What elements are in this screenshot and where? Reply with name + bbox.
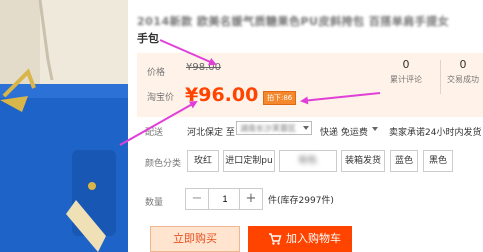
quantity-minus-button[interactable]: −	[186, 189, 209, 209]
review-count-label: 累计评论	[390, 75, 422, 84]
color-option-black[interactable]: 黑色	[423, 150, 453, 172]
color-option-boxed[interactable]: 装箱发货	[341, 150, 385, 172]
price-panel: 价格 ¥98.00 淘宝价 ¥96.00 0 累计评论 0 交易成功	[137, 53, 483, 117]
color-option-custom-pu[interactable]: 进口定制pu	[223, 150, 275, 172]
quantity-input[interactable]	[209, 189, 241, 209]
color-option-label: 进口定制pu	[225, 156, 273, 166]
quantity-stepper: − +	[185, 188, 263, 210]
buy-now-button[interactable]: 立即购买	[150, 226, 240, 252]
shipping-option[interactable]: 快递 免运费	[320, 125, 368, 138]
cart-icon	[269, 233, 282, 245]
promo-price-label: 淘宝价	[147, 93, 175, 103]
shipping-label: 配送	[145, 128, 164, 138]
product-title: 2014新款 欧美名媛气质糖果色PU皮斜挎包 百搭单肩手提女 手包	[137, 13, 483, 47]
transaction-count-number: 0	[459, 58, 467, 71]
shipping-note: 卖家承诺24小时内发货	[389, 128, 482, 138]
color-option-label: 粉色	[298, 156, 317, 166]
ship-from: 河北保定 至	[187, 128, 235, 138]
color-option-label: 黑色	[428, 156, 447, 166]
add-to-cart-label: 加入购物车	[286, 232, 341, 245]
color-option-label: 蓝色	[394, 156, 413, 166]
color-option-label: 装箱发货	[344, 156, 381, 166]
quantity-plus-button[interactable]: +	[239, 189, 262, 209]
color-label: 颜色分类	[145, 159, 182, 169]
stats-divider	[440, 60, 441, 94]
quantity-label: 数量	[145, 198, 164, 208]
review-count[interactable]: 0 累计评论	[383, 58, 429, 85]
buy-now-label: 立即购买	[173, 232, 217, 245]
original-price-label: 价格	[147, 68, 166, 78]
color-option-blue[interactable]: 蓝色	[390, 150, 418, 172]
ship-to-chevron-down-icon[interactable]	[303, 126, 309, 130]
product-photo[interactable]	[0, 0, 128, 252]
add-to-cart-button[interactable]: 加入购物车	[248, 226, 352, 252]
stock-info: 件(库存2997件)	[268, 196, 334, 206]
color-option-label: 玫红	[193, 156, 212, 166]
product-title-line1: 2014新款 欧美名媛气质糖果色PU皮斜挎包 百搭单肩手提女	[137, 15, 450, 28]
ship-to-value: 湖南长沙芙蓉区	[240, 124, 296, 133]
color-option-obscured[interactable]: 粉色	[279, 150, 337, 172]
color-option-rose[interactable]: 玫红	[187, 150, 219, 172]
shipping-option-chevron-down-icon[interactable]	[372, 127, 378, 131]
transaction-count[interactable]: 0 交易成功	[443, 58, 483, 85]
handbag-image	[0, 0, 128, 252]
ship-to-select[interactable]: 湖南长沙芙蓉区	[236, 121, 312, 135]
transaction-count-label: 交易成功	[447, 75, 479, 84]
review-count-number: 0	[402, 58, 410, 71]
product-title-line2: 手包	[137, 32, 159, 45]
original-price: ¥98.00	[186, 62, 221, 73]
promo-badge: 拍下:86	[263, 91, 297, 105]
promo-price: ¥96.00	[185, 84, 259, 106]
